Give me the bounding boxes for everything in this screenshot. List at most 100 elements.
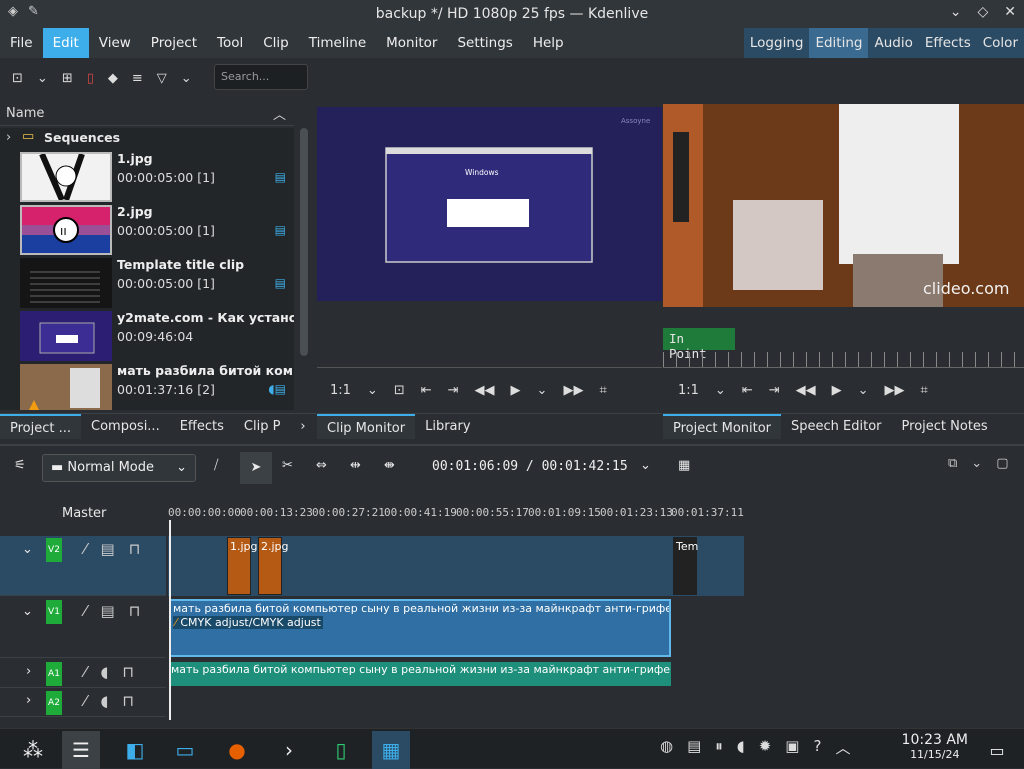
tab-library[interactable]: Library bbox=[415, 414, 480, 439]
set-out-icon[interactable]: ⇥ bbox=[769, 383, 780, 398]
kdenlive-task-icon[interactable]: ▦ bbox=[372, 731, 410, 769]
menu-timeline[interactable]: Timeline bbox=[299, 28, 376, 58]
timeline-clip[interactable]: 1.jpg bbox=[227, 537, 258, 595]
playhead[interactable] bbox=[169, 520, 171, 720]
pause-icon[interactable]: ⏸ bbox=[715, 737, 723, 758]
chevron-down-icon[interactable]: ⌄ bbox=[37, 71, 48, 86]
play-icon[interactable]: ▶ bbox=[511, 383, 521, 398]
slip-icon[interactable]: ⇼ bbox=[384, 458, 395, 473]
tab-clip-properties[interactable]: Clip P bbox=[234, 414, 291, 439]
tab-project-notes[interactable]: Project Notes bbox=[892, 414, 998, 439]
settings-app-icon[interactable]: ☰ bbox=[62, 731, 100, 769]
menu-help[interactable]: Help bbox=[523, 28, 574, 58]
track-head-a2[interactable]: › A2 ⁄ ◖ ⊓ bbox=[0, 689, 166, 717]
timeline-clip-v1[interactable]: мать разбила битой компьютер сыну в реал… bbox=[169, 599, 671, 657]
effect-icon[interactable]: ⁄ bbox=[84, 540, 87, 558]
tab-compositions[interactable]: Composi... bbox=[81, 414, 170, 439]
window-icon[interactable]: ▢ bbox=[996, 456, 1008, 471]
timecode-display[interactable]: 00:01:06:09 / 00:01:42:15 bbox=[432, 459, 628, 474]
rewind-icon[interactable]: ◀◀ bbox=[796, 383, 816, 398]
layout-editing[interactable]: Editing bbox=[809, 28, 869, 58]
bin-clip-row[interactable]: ıı 2.jpg 00:00:05:00 [1] ▤ bbox=[0, 203, 294, 256]
set-in-icon[interactable]: ⇤ bbox=[742, 383, 753, 398]
effect-icon[interactable]: ⁄ bbox=[84, 692, 87, 710]
menu-view[interactable]: View bbox=[89, 28, 141, 58]
add-folder-icon[interactable]: ⊞ bbox=[62, 71, 73, 86]
layout-effects[interactable]: Effects bbox=[919, 28, 977, 58]
crop-icon[interactable]: ⌗ bbox=[599, 383, 606, 398]
store-app-icon[interactable]: ◧ bbox=[116, 731, 154, 769]
menu-icon[interactable]: ≡ bbox=[132, 71, 143, 86]
track-head-a1[interactable]: › A1 ⁄ ◖ ⊓ bbox=[0, 660, 166, 688]
bin-clip-row[interactable]: 1.jpg 00:00:05:00 [1] ▤ bbox=[0, 150, 294, 203]
discord-icon[interactable]: ◍ bbox=[660, 737, 673, 758]
clock[interactable]: 10:23 AM 11/15/24 bbox=[902, 732, 968, 761]
clipboard-icon[interactable]: ▤ bbox=[687, 737, 701, 758]
clip-monitor-view[interactable]: Assoyne Windows bbox=[317, 107, 662, 301]
zoom-select[interactable]: 1:1 bbox=[330, 383, 351, 398]
tab-clip-monitor[interactable]: Clip Monitor bbox=[317, 414, 416, 439]
track-head-v1[interactable]: ⌄ V1 ⁄ ▤ ⊓ bbox=[0, 598, 166, 658]
timeline-ruler[interactable]: 00:00:00:00 00:00:13:23 00:00:27:21 00:0… bbox=[168, 500, 744, 528]
link-icon[interactable]: ⧉ bbox=[948, 456, 957, 471]
forward-icon[interactable]: ▶▶ bbox=[563, 383, 583, 398]
master-label[interactable]: Master bbox=[62, 506, 106, 521]
save-icon[interactable]: ▣ bbox=[785, 737, 799, 758]
lock-icon[interactable]: ⊓ bbox=[122, 663, 134, 681]
film-icon[interactable]: ▤ bbox=[101, 602, 115, 620]
sort-icon[interactable]: ︿ bbox=[273, 104, 286, 123]
brightness-icon[interactable]: ✹ bbox=[759, 737, 772, 758]
track-head-v2[interactable]: ⌄ V2 ⁄ ▤ ⊓ bbox=[0, 536, 166, 596]
firefox-icon[interactable]: ● bbox=[218, 731, 256, 769]
mute-icon[interactable]: ◖ bbox=[737, 737, 745, 758]
layout-audio[interactable]: Audio bbox=[868, 28, 918, 58]
show-desktop-icon[interactable]: ▭ bbox=[978, 731, 1016, 769]
project-monitor-ruler[interactable] bbox=[663, 352, 1024, 368]
film-icon[interactable]: ▤ bbox=[101, 540, 115, 558]
bin-scrollbar[interactable] bbox=[300, 128, 308, 356]
speaker-icon[interactable]: ◖ bbox=[101, 692, 109, 710]
menu-clip[interactable]: Clip bbox=[253, 28, 299, 58]
tag-icon[interactable]: ◆ bbox=[108, 71, 118, 86]
chevron-down-icon[interactable]: ⌄ bbox=[181, 71, 192, 86]
fullscreen-icon[interactable]: ⊡ bbox=[394, 383, 405, 398]
menu-project[interactable]: Project bbox=[141, 28, 207, 58]
layout-logging[interactable]: Logging bbox=[744, 28, 810, 58]
set-out-icon[interactable]: ⇥ bbox=[448, 383, 459, 398]
close-icon[interactable]: ✕ bbox=[1004, 4, 1016, 20]
chevron-right-icon[interactable]: › bbox=[6, 130, 11, 145]
spacer-icon[interactable]: ⇔ bbox=[316, 458, 327, 473]
lock-icon[interactable]: ⊓ bbox=[129, 540, 141, 558]
app-launcher-icon[interactable]: ⁂ bbox=[14, 731, 52, 769]
clip-monitor-ruler[interactable] bbox=[317, 352, 662, 368]
timeline-clip-a1[interactable]: мать разбила битой компьютер сыну в реал… bbox=[169, 662, 671, 686]
chevron-down-icon[interactable]: ⌄ bbox=[640, 458, 651, 473]
pin-icon[interactable]: ✎ bbox=[28, 4, 39, 19]
search-input[interactable]: Search... bbox=[214, 64, 308, 90]
folder-row[interactable]: › ▭ Sequences bbox=[0, 128, 294, 148]
edit-mode-select[interactable]: ▬ Normal Mode ⌄ bbox=[42, 454, 196, 482]
files-app-icon[interactable]: ▭ bbox=[166, 731, 204, 769]
bin-clip-row[interactable]: Template title clip 00:00:05:00 [1] ▤ bbox=[0, 256, 294, 309]
speaker-icon[interactable]: ◖ bbox=[101, 663, 109, 681]
chevron-down-icon[interactable]: ⌄ bbox=[971, 456, 982, 471]
chevron-right-icon[interactable]: › bbox=[290, 414, 315, 439]
tab-project-monitor[interactable]: Project Monitor bbox=[663, 414, 782, 439]
filter-icon[interactable]: ▽ bbox=[157, 71, 167, 86]
bin-clip-row[interactable]: мать разбила битой компь 00:01:37:16 [2]… bbox=[0, 362, 294, 410]
zoom-select[interactable]: 1:1 bbox=[678, 383, 699, 398]
forward-icon[interactable]: ▶▶ bbox=[885, 383, 905, 398]
settings-icon[interactable]: ⚟ bbox=[14, 458, 26, 473]
menu-monitor[interactable]: Monitor bbox=[376, 28, 447, 58]
notes-app-icon[interactable]: ▯ bbox=[322, 731, 360, 769]
terminal-icon[interactable]: › bbox=[270, 731, 308, 769]
menu-file[interactable]: File bbox=[0, 28, 43, 58]
chevron-down-icon[interactable]: ⌄ bbox=[22, 604, 33, 619]
chevron-up-icon[interactable]: ︿ bbox=[835, 737, 850, 758]
bin-clip-row[interactable]: y2mate.com - Как установи 00:09:46:04 bbox=[0, 309, 294, 362]
lock-icon[interactable]: ⊓ bbox=[129, 602, 141, 620]
rewind-icon[interactable]: ◀◀ bbox=[475, 383, 495, 398]
menu-settings[interactable]: Settings bbox=[447, 28, 522, 58]
chevron-right-icon[interactable]: › bbox=[26, 664, 31, 679]
chevron-down-icon[interactable]: ⌄ bbox=[715, 383, 726, 398]
